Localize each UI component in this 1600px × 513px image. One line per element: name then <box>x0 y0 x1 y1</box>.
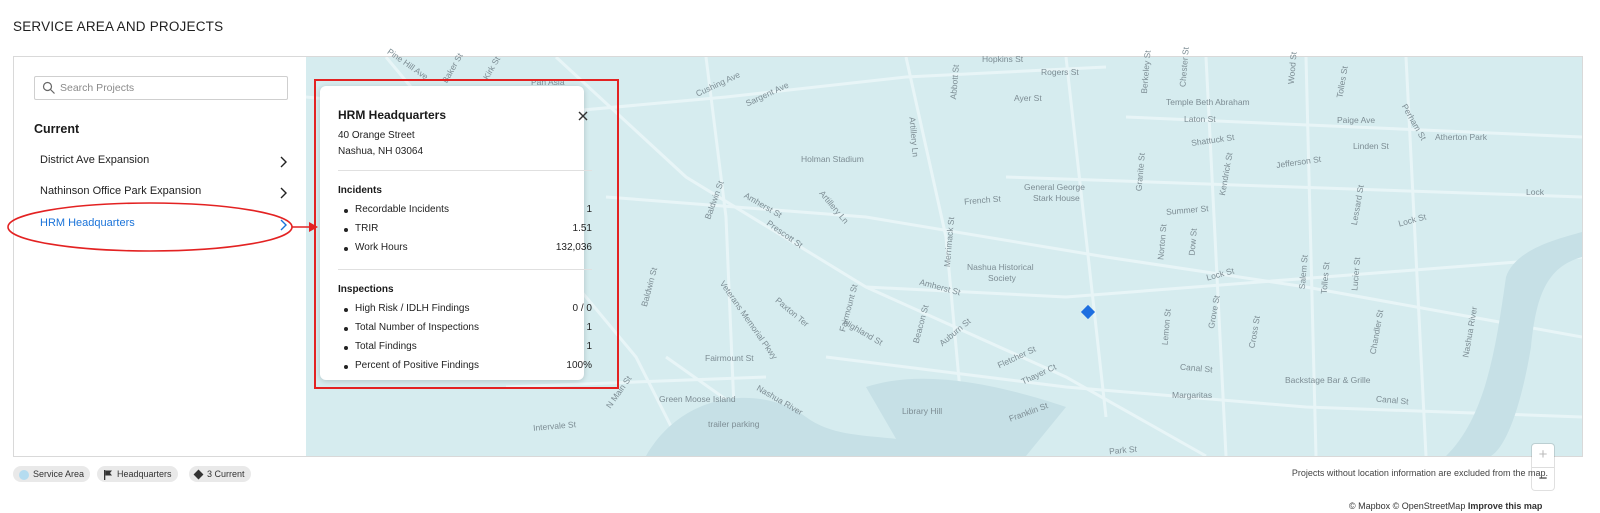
map-label: General George <box>1024 182 1085 192</box>
legend-label: 3 Current <box>207 469 245 479</box>
legend-label: Service Area <box>33 469 85 479</box>
footnote: Projects without location information ar… <box>1291 468 1548 478</box>
map-label: Hopkins St <box>982 54 1024 64</box>
map-label: Library Hill <box>902 406 943 416</box>
annotation-highlight-box <box>314 79 619 389</box>
map-attribution: © Mapbox © OpenStreetMap Improve this ma… <box>1346 501 1546 513</box>
map-label: Temple Beth Abraham <box>1166 97 1250 107</box>
service-area-dot-icon <box>19 469 29 480</box>
legend-current: 3 Current <box>189 466 251 482</box>
map-label: Society <box>988 273 1016 283</box>
attribution-text[interactable]: © Mapbox © OpenStreetMap <box>1349 501 1465 511</box>
map-label: Nashua Historical <box>967 262 1034 272</box>
map-label: Linden St <box>1353 141 1389 151</box>
map-label: Atherton Park <box>1435 132 1487 142</box>
zoom-in-button[interactable]: + <box>1532 444 1554 467</box>
legend-headquarters: Headquarters <box>97 466 178 482</box>
map-label: Lock <box>1526 187 1544 197</box>
annotation-overlay <box>7 202 318 252</box>
legend-service-area: Service Area <box>13 466 91 482</box>
map-label: Laton St <box>1184 114 1216 124</box>
map-label: Backstage Bar & Grille <box>1285 375 1371 385</box>
map-label: Stark House <box>1033 193 1080 203</box>
map-label: Rogers St <box>1041 67 1079 77</box>
map-label: Ayer St <box>1014 93 1042 103</box>
map-label: Green Moose Island <box>659 394 736 404</box>
mapbox-logo[interactable]: mapbox <box>324 491 374 506</box>
legend-label: Headquarters <box>117 469 172 479</box>
map-label: Fairmount St <box>705 353 754 363</box>
improve-map-link[interactable]: Improve this map <box>1468 501 1543 511</box>
map-label: trailer parking <box>708 419 760 429</box>
flag-icon <box>104 469 112 480</box>
annotation-arrow-head-icon <box>309 222 318 232</box>
map-label: Paige Ave <box>1337 115 1376 125</box>
annotation-ellipse <box>7 202 293 252</box>
map-label: Margaritas <box>1172 390 1213 400</box>
zoom-control: + − <box>1532 444 1554 490</box>
diamond-icon <box>193 469 204 480</box>
map-label: Holman Stadium <box>801 154 864 164</box>
